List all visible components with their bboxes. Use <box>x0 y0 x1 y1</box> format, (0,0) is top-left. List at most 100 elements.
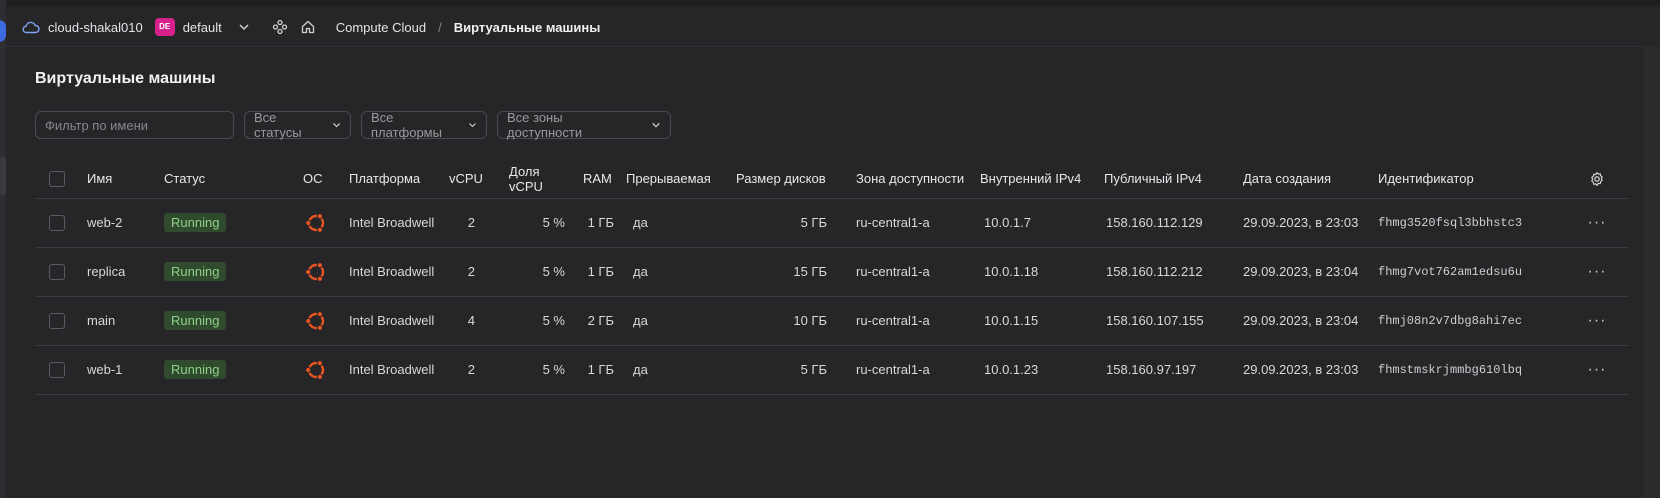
created-cell: 29.09.2023, в 23:04 <box>1243 296 1378 346</box>
breadcrumb-separator: / <box>438 19 442 35</box>
page-title: Виртуальные машины <box>35 70 216 87</box>
zone-cell: ru-central1-a <box>838 247 980 297</box>
column-header-name[interactable]: Имя <box>87 160 164 199</box>
column-header-status[interactable]: Статус <box>164 160 303 199</box>
vm-id-cell[interactable]: fhmstmskrjmmbg610lbq <box>1378 345 1565 395</box>
vm-name[interactable]: web-2 <box>87 198 164 248</box>
status-cell: Running <box>164 345 303 395</box>
zone-cell: ru-central1-a <box>838 198 980 248</box>
os-cell <box>303 247 349 297</box>
status-badge: Running <box>164 311 227 330</box>
row-checkbox[interactable] <box>49 312 65 329</box>
zone-cell: ru-central1-a <box>838 296 980 346</box>
browser-tab-strip <box>0 0 1660 6</box>
disk-size-cell: 5 ГБ <box>728 345 838 395</box>
vcpu-cell: 2 <box>449 345 501 395</box>
preemptible-cell: да <box>626 345 728 395</box>
row-actions-icon[interactable]: ··· <box>1565 198 1629 248</box>
status-cell: Running <box>164 198 303 248</box>
public-ip-cell: 158.160.107.155 <box>1104 296 1243 346</box>
name-filter-input[interactable] <box>35 111 234 139</box>
public-ip-cell: 158.160.112.212 <box>1104 247 1243 297</box>
row-actions-icon[interactable]: ··· <box>1565 247 1629 297</box>
column-header-public-ip[interactable]: Публичный IPv4 <box>1104 160 1243 199</box>
platform-cell: Intel Broadwell <box>349 296 449 346</box>
row-actions-icon[interactable]: ··· <box>1565 345 1629 395</box>
disk-size-cell: 10 ГБ <box>728 296 838 346</box>
status-badge: Running <box>164 262 227 281</box>
column-header-zone[interactable]: Зона доступности <box>838 160 980 199</box>
status-cell: Running <box>164 247 303 297</box>
preemptible-cell: да <box>626 296 728 346</box>
column-header-os[interactable]: ОС <box>303 160 349 199</box>
column-header-platform[interactable]: Платформа <box>349 160 449 199</box>
vm-name[interactable]: main <box>87 296 164 346</box>
table-row[interactable]: main Running Intel Broadwell 4 5 % 2 ГБ … <box>35 296 1629 346</box>
row-checkbox[interactable] <box>49 361 65 378</box>
top-bar: cloud-shakal010 DE default Compute Cloud… <box>22 10 600 44</box>
gear-icon[interactable] <box>1589 171 1605 187</box>
vm-id-cell[interactable]: fhmj08n2v7dbg8ahi7ec <box>1378 296 1565 346</box>
chevron-down-icon <box>469 123 476 128</box>
breadcrumb-current: Виртуальные машины <box>453 19 601 35</box>
vm-id-cell[interactable]: fhmg3520fsql3bbhstc3 <box>1378 198 1565 248</box>
table-row[interactable]: web-1 Running Intel Broadwell 2 5 % 1 ГБ… <box>35 345 1629 395</box>
column-header-vcpu[interactable]: vCPU <box>449 160 501 199</box>
disk-size-cell: 15 ГБ <box>728 247 838 297</box>
platform-cell: Intel Broadwell <box>349 247 449 297</box>
vcpu-share-cell: 5 % <box>501 345 571 395</box>
select-all-checkbox[interactable] <box>49 170 65 187</box>
column-header-ram[interactable]: RAM <box>571 160 626 199</box>
column-header-preemptible[interactable]: Прерываемая <box>626 160 728 199</box>
table-header-row: Имя Статус ОС Платформа vCPU Доля vCPU R… <box>35 160 1629 199</box>
nav-logo-icon[interactable] <box>0 20 6 42</box>
vcpu-cell: 4 <box>449 296 501 346</box>
home-icon[interactable] <box>300 19 316 35</box>
chevron-down-icon[interactable] <box>238 21 250 33</box>
services-icon[interactable] <box>272 19 288 35</box>
status-filter-select[interactable]: Все статусы <box>244 110 351 140</box>
ram-cell: 1 ГБ <box>571 247 626 297</box>
table-row[interactable]: replica Running Intel Broadwell 2 5 % 1 … <box>35 247 1629 297</box>
row-actions-icon[interactable]: ··· <box>1565 296 1629 346</box>
column-header-id[interactable]: Идентификатор <box>1378 160 1565 199</box>
zone-filter-select[interactable]: Все зоны доступности <box>497 110 671 140</box>
row-checkbox[interactable] <box>49 214 65 231</box>
column-header-vcpu-share[interactable]: Доля vCPU <box>501 160 571 199</box>
vm-name[interactable]: replica <box>87 247 164 297</box>
folder-name[interactable]: default <box>183 20 222 35</box>
status-cell: Running <box>164 296 303 346</box>
status-badge: Running <box>164 360 227 379</box>
platform-cell: Intel Broadwell <box>349 345 449 395</box>
vcpu-cell: 2 <box>449 198 501 248</box>
nav-item-selected[interactable] <box>0 157 6 195</box>
cloud-name[interactable]: cloud-shakal010 <box>48 20 143 35</box>
zone-cell: ru-central1-a <box>838 345 980 395</box>
os-cell <box>303 345 349 395</box>
vcpu-share-cell: 5 % <box>501 198 571 248</box>
platform-filter-select[interactable]: Все платформы <box>361 110 487 140</box>
row-select-cell <box>35 247 87 297</box>
row-select-cell <box>35 296 87 346</box>
os-cell <box>303 198 349 248</box>
vm-id-cell[interactable]: fhmg7vot762am1edsu6u <box>1378 247 1565 297</box>
filter-bar: Все статусы Все платформы Все зоны досту… <box>35 110 671 140</box>
row-select-cell <box>35 345 87 395</box>
ram-cell: 1 ГБ <box>571 345 626 395</box>
internal-ip-cell: 10.0.1.18 <box>980 247 1104 297</box>
column-header-disk-size[interactable]: Размер дисков <box>728 160 838 199</box>
created-cell: 29.09.2023, в 23:04 <box>1243 247 1378 297</box>
vm-name[interactable]: web-1 <box>87 345 164 395</box>
right-scrollbar[interactable] <box>1644 46 1660 498</box>
breadcrumb-compute-cloud[interactable]: Compute Cloud <box>336 20 426 35</box>
zone-filter-label: Все зоны доступности <box>507 110 583 140</box>
column-header-created[interactable]: Дата создания <box>1243 160 1378 199</box>
ubuntu-icon <box>305 359 325 380</box>
column-header-internal-ip[interactable]: Внутренний IPv4 <box>980 160 1104 199</box>
row-checkbox[interactable] <box>49 263 65 280</box>
internal-ip-cell: 10.0.1.23 <box>980 345 1104 395</box>
table-row[interactable]: web-2 Running Intel Broadwell 2 5 % 1 ГБ… <box>35 198 1629 248</box>
ram-cell: 1 ГБ <box>571 198 626 248</box>
row-select-cell <box>35 198 87 248</box>
ubuntu-icon <box>305 310 325 331</box>
